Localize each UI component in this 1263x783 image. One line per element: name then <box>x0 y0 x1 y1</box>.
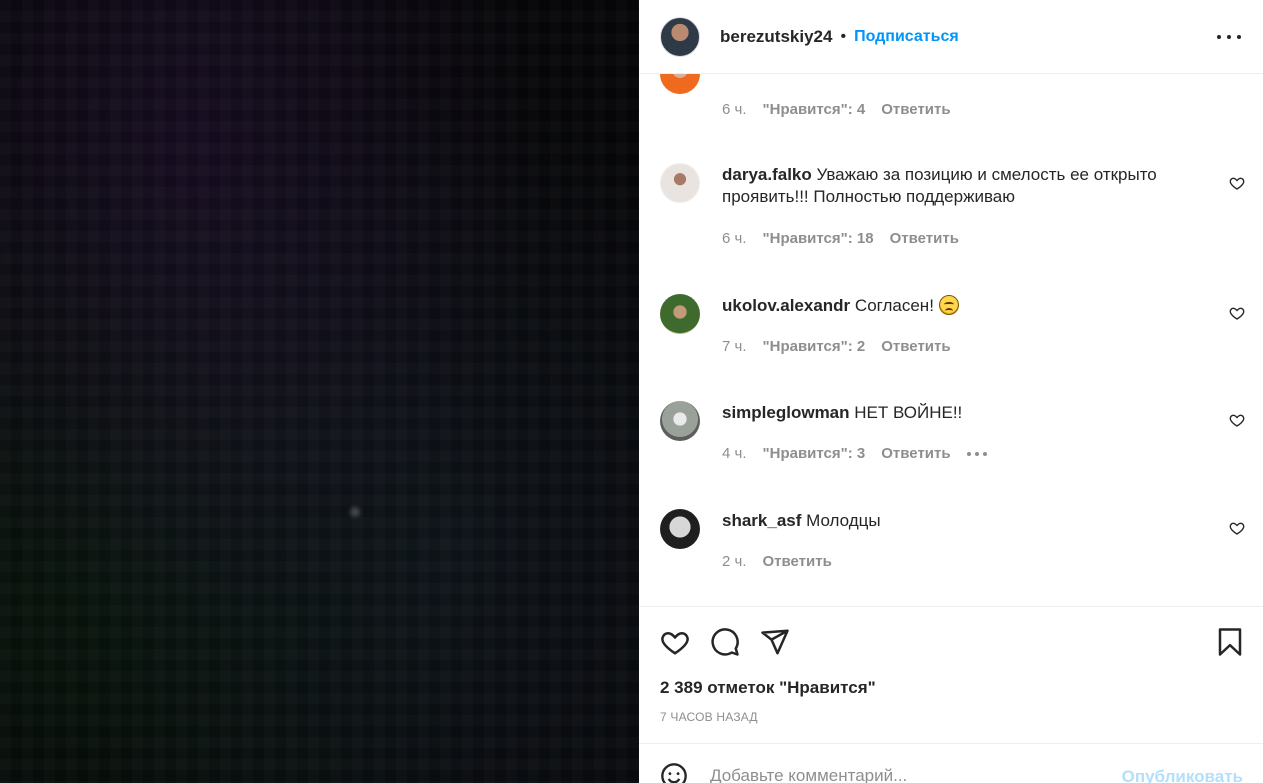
comment-likes[interactable]: "Нравится": 4 <box>763 101 866 118</box>
comment-meta: 2 ч. Ответить <box>722 553 832 570</box>
likes-count[interactable]: 2 389 отметок "Нравится" <box>660 678 876 698</box>
comment-likes[interactable]: "Нравится": 2 <box>763 338 866 355</box>
comment-username[interactable]: ukolov.alexandr <box>722 296 850 315</box>
comment-meta: 4 ч. "Нравится": 3 Ответить <box>722 445 987 462</box>
comment-meta: 7 ч. "Нравится": 2 Ответить <box>722 338 951 355</box>
comment-text: shark_asf Молодцы <box>722 510 1182 532</box>
comment-username[interactable]: darya.falko <box>722 165 812 184</box>
post-time-ago: 7 ЧАСОВ НАЗАД <box>660 710 758 724</box>
comment-time[interactable]: 2 ч. <box>722 553 747 570</box>
reply-button[interactable]: Ответить <box>881 445 950 462</box>
author-username[interactable]: berezutskiy24 <box>720 27 832 47</box>
reply-button[interactable]: Ответить <box>890 230 959 247</box>
commenter-avatar[interactable] <box>660 163 700 203</box>
add-comment-bar: Опубликовать <box>639 743 1263 783</box>
commenter-avatar[interactable] <box>660 294 700 334</box>
media-light-spot <box>350 507 360 517</box>
comment-likes[interactable]: "Нравится": 18 <box>763 230 874 247</box>
comment-meta: 6 ч. "Нравится": 18 Ответить <box>722 230 959 247</box>
commenter-avatar[interactable] <box>660 74 700 94</box>
comment-input[interactable] <box>710 764 1100 783</box>
comment-text: darya.falko Уважаю за позицию и смелость… <box>722 164 1182 208</box>
send-icon[interactable] <box>760 627 790 657</box>
header-separator: • <box>840 27 847 45</box>
comment-options-icon[interactable] <box>966 445 987 462</box>
comment-body: Молодцы <box>806 511 881 530</box>
comment-meta: 6 ч. "Нравится": 4 Ответить <box>722 101 951 118</box>
comment-heart-icon[interactable] <box>1229 412 1245 428</box>
comment-icon[interactable] <box>710 627 740 657</box>
reply-button[interactable]: Ответить <box>881 338 950 355</box>
disappointed-face-icon <box>938 295 959 315</box>
follow-button[interactable]: Подписаться <box>854 28 959 46</box>
publish-button[interactable]: Опубликовать <box>1122 767 1243 783</box>
comments-list[interactable]: 6 ч. "Нравится": 4 Ответить darya.falko … <box>639 74 1263 606</box>
more-options-icon[interactable] <box>1217 27 1241 47</box>
post-side-panel: berezutskiy24 • Подписаться 6 ч. "Нравит… <box>639 0 1263 783</box>
comment-heart-icon[interactable] <box>1229 520 1245 536</box>
reply-button[interactable]: Ответить <box>763 553 832 570</box>
heart-icon[interactable] <box>660 627 690 657</box>
comment-likes[interactable]: "Нравится": 3 <box>763 445 866 462</box>
comment-body: Согласен! <box>854 296 934 315</box>
smile-icon[interactable] <box>660 762 688 783</box>
reply-button[interactable]: Ответить <box>881 101 950 118</box>
bookmark-icon[interactable] <box>1215 627 1245 657</box>
author-avatar[interactable] <box>660 16 700 57</box>
comment-time[interactable]: 4 ч. <box>722 445 747 462</box>
comment-time[interactable]: 6 ч. <box>722 101 747 118</box>
post-media[interactable] <box>0 0 639 783</box>
comment-time[interactable]: 6 ч. <box>722 230 747 247</box>
comment-body: НЕТ ВОЙНЕ!! <box>854 403 963 422</box>
commenter-avatar[interactable] <box>660 509 700 549</box>
comment-username[interactable]: shark_asf <box>722 511 801 530</box>
commenter-avatar[interactable] <box>660 401 700 441</box>
comment-text: ukolov.alexandr Согласен! <box>722 295 1182 317</box>
post-actions: 2 389 отметок "Нравится" 7 ЧАСОВ НАЗАД <box>639 606 1263 743</box>
post-header: berezutskiy24 • Подписаться <box>639 0 1263 74</box>
comment-text: simpleglowman НЕТ ВОЙНЕ!! <box>722 402 1182 424</box>
comment-heart-icon[interactable] <box>1229 305 1245 321</box>
comment-time[interactable]: 7 ч. <box>722 338 747 355</box>
comment-username[interactable]: simpleglowman <box>722 403 850 422</box>
comment-heart-icon[interactable] <box>1229 175 1245 191</box>
